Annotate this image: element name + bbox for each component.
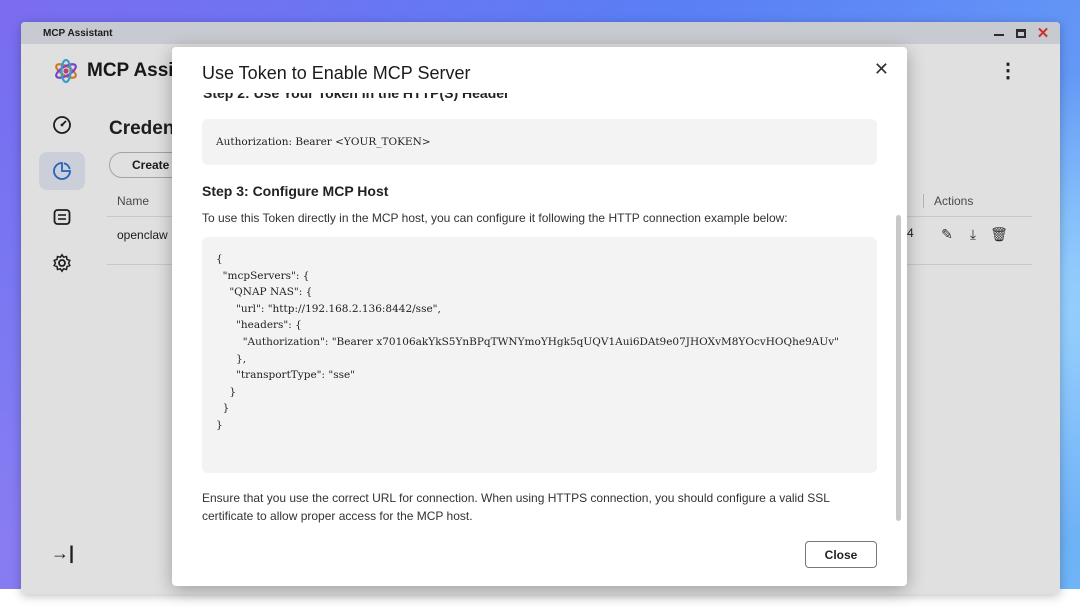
token-dialog: Use Token to Enable MCP Server ✕ Step 2:… bbox=[172, 47, 907, 586]
close-button[interactable]: Close bbox=[805, 541, 877, 568]
mcp-config-code: { "mcpServers": { "QNAP NAS": { "url": "… bbox=[202, 237, 877, 473]
auth-header-code: Authorization: Bearer <YOUR_TOKEN> bbox=[202, 119, 877, 165]
dialog-body: Step 2: Use Your Token in the HTTP(S) He… bbox=[202, 93, 877, 523]
dialog-title: Use Token to Enable MCP Server bbox=[202, 63, 471, 83]
step3-description: To use this Token directly in the MCP ho… bbox=[202, 211, 788, 225]
step2-heading: Step 2: Use Your Token in the HTTP(S) He… bbox=[203, 93, 510, 101]
connection-note: Ensure that you use the correct URL for … bbox=[202, 491, 830, 523]
scrollbar-thumb[interactable] bbox=[896, 215, 901, 521]
step3-heading: Step 3: Configure MCP Host bbox=[202, 183, 389, 199]
close-icon[interactable]: ✕ bbox=[874, 59, 889, 80]
dialog-scrollbar[interactable] bbox=[896, 135, 901, 575]
